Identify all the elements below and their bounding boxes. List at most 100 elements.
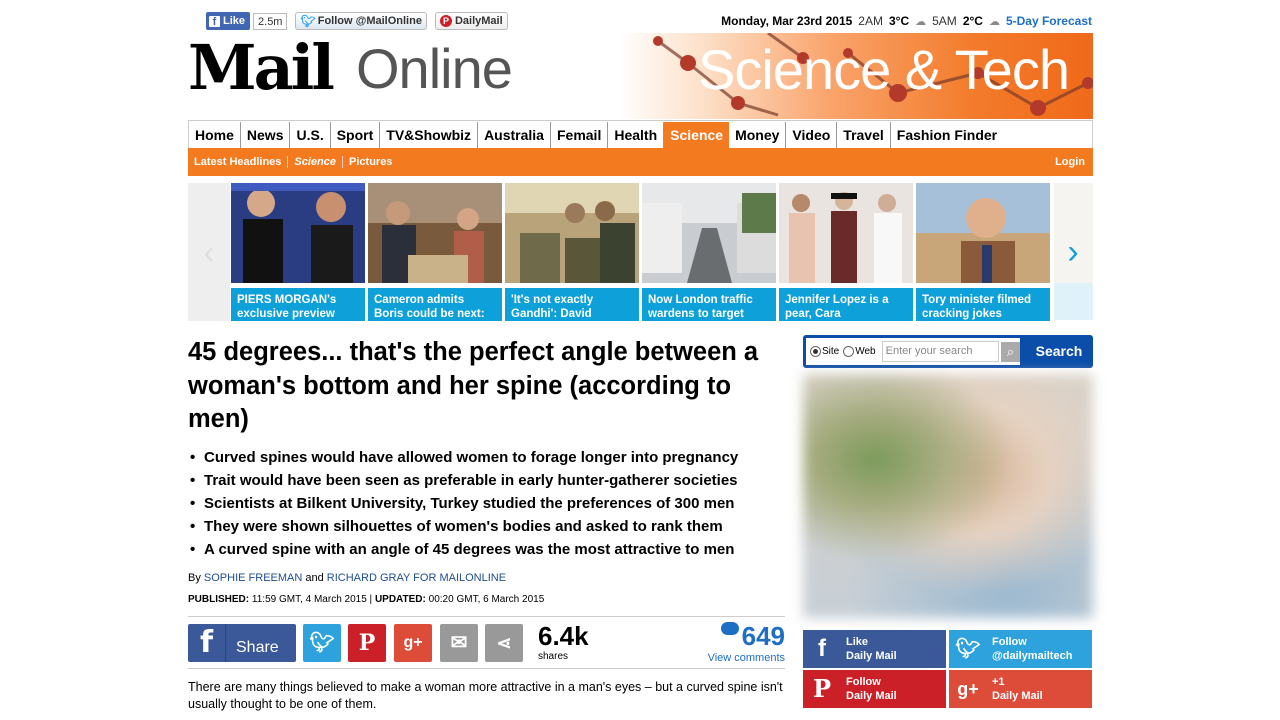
pinterest-icon: P	[439, 15, 452, 27]
byline-by: By	[188, 572, 201, 584]
comment-count[interactable]: 649	[720, 621, 785, 651]
byline-and: and	[305, 572, 324, 584]
google-plus-icon: g+	[403, 634, 423, 651]
online-logo[interactable]: Online	[356, 39, 513, 99]
pinterest-icon: P	[812, 674, 832, 703]
facebook-icon: f	[818, 635, 826, 662]
social-gp-line1: +1	[992, 676, 1005, 688]
facebook-like-label: Like	[223, 15, 246, 27]
carousel-item[interactable]: Jennifer Lopez is a pear, Cara	[779, 183, 913, 321]
pinterest-follow-button[interactable]: P DailyMail	[434, 12, 508, 30]
nav-fashion-finder[interactable]: Fashion Finder	[891, 122, 1003, 148]
carousel-caption: PIERS MORGAN's exclusive preview	[231, 288, 365, 321]
nav-tvshowbiz[interactable]: TV&Showbiz	[380, 121, 479, 148]
article-bullet: A curved spine with an angle of 45 degre…	[190, 538, 790, 561]
carousel-thumbnail	[368, 183, 502, 283]
search-icon[interactable]: ⌕	[1001, 341, 1020, 362]
comment-bubble-icon	[720, 622, 739, 635]
facebook-like-daily-mail[interactable]: f Like Daily Mail	[803, 630, 946, 668]
five-day-forecast-link[interactable]: 5-Day Forecast	[1006, 14, 1092, 28]
twitter-follow-dailymailtech[interactable]: 🐦︎ Follow @dailymailtech	[949, 630, 1092, 668]
chevron-left-icon[interactable]: ‹	[188, 183, 230, 321]
article-intro: There are many things believed to make a…	[188, 680, 783, 711]
google-plus-share-button[interactable]: g+	[394, 624, 432, 662]
nav-money[interactable]: Money	[729, 121, 787, 148]
nav-video[interactable]: Video	[786, 121, 838, 148]
published-label: PUBLISHED:	[188, 594, 250, 605]
subnav-pictures[interactable]: Pictures	[349, 156, 398, 168]
facebook-share-button[interactable]: f Share	[188, 624, 296, 662]
nav-us[interactable]: U.S.	[290, 121, 331, 148]
facebook-like-button[interactable]: f Like	[206, 12, 251, 30]
comment-count-value: 649	[741, 621, 785, 651]
email-share-button[interactable]: ✉	[440, 624, 478, 662]
social-tw-line1: Follow	[992, 636, 1027, 648]
mail-logo[interactable]: Mail	[188, 35, 335, 101]
radio-unselected-icon	[843, 346, 855, 357]
search-button[interactable]: Search	[1027, 335, 1091, 368]
main-nav: Home News U.S. Sport TV&Showbiz Australi…	[188, 120, 1093, 148]
pinterest-label: DailyMail	[454, 15, 503, 27]
carousel-thumbnail	[916, 183, 1050, 283]
carousel-caption: Jennifer Lopez is a pear, Cara	[779, 288, 913, 321]
google-plus-one-daily-mail[interactable]: g+ +1 Daily Mail	[949, 670, 1092, 708]
social-gp-line2: Daily Mail	[992, 690, 1043, 702]
pinterest-follow-daily-mail[interactable]: P Follow Daily Mail	[803, 670, 946, 708]
twitter-bird-icon: 🐦︎	[309, 632, 335, 654]
author-link-2[interactable]: RICHARD GRAY FOR MAILONLINE	[327, 572, 506, 584]
facebook-like-count: 2.5m	[253, 12, 288, 30]
subnav-science[interactable]: Science	[294, 156, 344, 168]
author-link-1[interactable]: SOPHIE FREEMAN	[204, 572, 302, 584]
share-bar: f Share 🐦︎ P g+ ✉ ⋖ 6.4k shares 649 View …	[188, 616, 785, 669]
article-bullet: Trait would have been seen as preferable…	[190, 469, 790, 492]
carousel-thumbnail	[231, 183, 365, 283]
nav-home[interactable]: Home	[189, 121, 241, 148]
nav-sport[interactable]: Sport	[331, 121, 381, 148]
sub-nav: Latest Headlines Science Pictures Login	[188, 148, 1093, 176]
twitter-follow-button[interactable]: 🐦︎ Follow @MailOnline	[295, 12, 427, 30]
more-share-button[interactable]: ⋖	[485, 624, 523, 662]
updated-label: UPDATED:	[374, 594, 426, 605]
carousel-caption: Cameron admits Boris could be next:	[368, 288, 502, 321]
search-box: Site Web Enter your search ⌕ Search	[803, 335, 1093, 368]
view-comments-link[interactable]: View comments	[708, 652, 785, 664]
nav-health[interactable]: Health	[608, 121, 665, 148]
search-web-label: Web	[855, 346, 876, 357]
weather-widget: Monday, Mar 23rd 2015 2AM 3°C ☁ 5AM 2°C …	[721, 14, 1092, 28]
search-input[interactable]: Enter your search	[881, 341, 1000, 362]
nav-femail[interactable]: Femail	[551, 121, 609, 148]
carousel-caption: Now London traffic wardens to target	[642, 288, 776, 321]
carousel-item[interactable]: 'It's not exactly Gandhi': David	[505, 183, 639, 321]
subnav-latest-headlines[interactable]: Latest Headlines	[194, 156, 289, 168]
nav-australia[interactable]: Australia	[478, 121, 551, 148]
search-web-radio[interactable]: Web	[843, 346, 876, 357]
current-date: Monday, Mar 23rd 2015	[721, 14, 853, 28]
article-bullet: Scientists at Bilkent University, Turkey…	[190, 492, 790, 515]
search-inner: Site Web Enter your search ⌕	[806, 338, 1020, 365]
pinterest-share-button[interactable]: P	[348, 624, 386, 662]
article-bullet: Curved spines would have allowed women t…	[190, 446, 790, 469]
weather-temp-2: 2°C	[962, 14, 983, 28]
carousel-item[interactable]: Tory minister filmed cracking jokes	[916, 183, 1050, 321]
nav-news[interactable]: News	[241, 121, 291, 148]
login-link[interactable]: Login	[1055, 156, 1085, 168]
facebook-icon: f	[188, 624, 226, 662]
cloud-icon: ☁	[988, 15, 1000, 28]
carousel-item[interactable]: Cameron admits Boris could be next:	[368, 183, 502, 321]
twitter-bird-icon: 🐦︎	[955, 638, 981, 660]
carousel-thumbnail	[505, 183, 639, 283]
chevron-right-icon[interactable]: ›	[1053, 183, 1093, 321]
top-bar: f Like 2.5m 🐦︎ Follow @MailOnline P Dail…	[206, 10, 1092, 32]
nav-travel[interactable]: Travel	[837, 121, 891, 148]
advertisement-image[interactable]	[803, 374, 1093, 618]
carousel-item[interactable]: Now London traffic wardens to target	[642, 183, 776, 321]
carousel-caption: Tory minister filmed cracking jokes	[916, 288, 1050, 321]
twitter-share-button[interactable]: 🐦︎	[303, 624, 341, 662]
weather-temp-1: 3°C	[888, 14, 910, 28]
carousel-item[interactable]: PIERS MORGAN's exclusive preview	[231, 183, 365, 321]
nav-science[interactable]: Science	[664, 121, 730, 148]
twitter-bird-icon: 🐦︎	[300, 14, 316, 28]
search-site-radio[interactable]: Site	[810, 346, 839, 357]
published-date: 11:59 GMT, 4 March 2015	[251, 594, 367, 605]
share-count-label: shares	[538, 651, 569, 662]
